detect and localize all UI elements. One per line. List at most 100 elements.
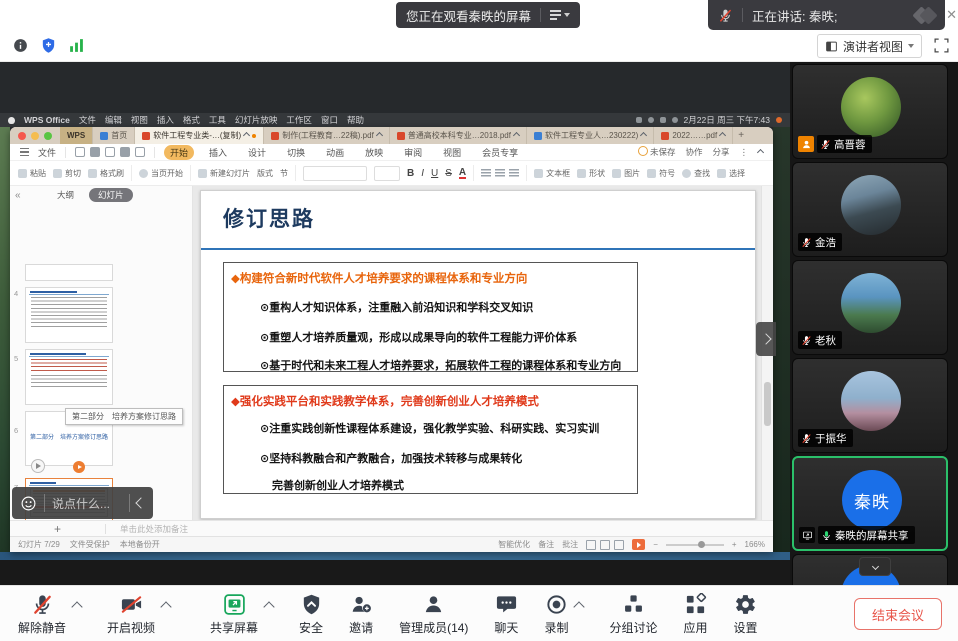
breakout-button[interactable]: 分组讨论	[609, 593, 657, 636]
mute-options-chevron[interactable]	[71, 601, 82, 612]
menu-view: 视图	[131, 114, 148, 126]
tray-icon	[636, 117, 642, 123]
cut-tool: 剪切	[53, 168, 81, 179]
collapse-participants-button[interactable]	[859, 557, 891, 576]
play-icon	[139, 169, 148, 178]
slide-thumb-5	[25, 349, 113, 405]
settings-button[interactable]: 设置	[733, 593, 757, 636]
share-options-chevron[interactable]	[263, 601, 274, 612]
video-label: 开启视频	[107, 619, 155, 636]
fullscreen-icon[interactable]	[933, 37, 950, 54]
participant-tile[interactable]: 于振华	[792, 358, 948, 453]
chat-icon	[495, 593, 518, 616]
desktop-dock-strip	[0, 552, 790, 560]
watching-screen-label: 您正在观看秦昳的屏幕	[406, 6, 531, 25]
participant-tile-active-speaker[interactable]: 秦昳 秦昳的屏幕共享	[792, 456, 948, 551]
tab-doc: 普通高校本科专业…2018.pdf	[390, 127, 527, 144]
breakout-label: 分组讨论	[609, 619, 657, 636]
find-tool: 查找	[682, 168, 710, 179]
divider	[154, 147, 155, 158]
notes-label: 备注	[538, 539, 554, 550]
slideshow-play-button	[632, 539, 645, 550]
ribbon-tab-review: 审阅	[398, 145, 428, 160]
textbox-tool: 文本框	[534, 168, 570, 179]
divider	[44, 494, 45, 512]
mute-button[interactable]: 解除静音	[18, 593, 66, 636]
unsaved-icon	[638, 146, 648, 156]
divider	[540, 8, 541, 22]
view-mode-button[interactable]: 演讲者视图	[817, 34, 922, 58]
record-button[interactable]: 录制	[544, 593, 568, 636]
tray-icon	[672, 117, 678, 123]
chat-input-placeholder[interactable]: 说点什么...	[52, 495, 122, 512]
layout-tool: 版式	[257, 168, 273, 179]
pdf-file-icon	[397, 132, 405, 140]
unsaved-dot-icon	[252, 134, 256, 138]
muted-mic-icon	[801, 335, 812, 346]
play-from-here-tool: 当页开始	[139, 168, 183, 179]
slide-number: 6	[14, 426, 18, 435]
comments-label: 批注	[562, 539, 578, 550]
tab-home: 首页	[93, 127, 135, 144]
slide-bullet: 完善创新创业人才培养模式	[272, 477, 404, 493]
invite-button[interactable]: 邀请	[349, 593, 373, 636]
breakout-icon	[622, 593, 645, 616]
share-options-menu-button[interactable]	[550, 10, 570, 20]
video-options-chevron[interactable]	[160, 601, 171, 612]
select-tool: 选择	[717, 168, 745, 179]
close-icon[interactable]: ✕	[946, 7, 957, 23]
menu-tools: 工具	[209, 114, 226, 126]
smart-optimize-label: 智能优化	[498, 539, 530, 550]
mac-window-controls	[18, 132, 52, 140]
unsaved-label: 未保存	[650, 147, 676, 157]
chat-button[interactable]: 聊天	[494, 593, 518, 636]
record-icon	[545, 593, 568, 616]
security-button[interactable]: 安全	[299, 593, 323, 636]
emoji-smiley-icon[interactable]	[20, 495, 37, 512]
share-screen-button[interactable]: 共享屏幕	[210, 593, 258, 636]
participant-tile[interactable]: 金浩	[792, 162, 948, 257]
shared-screen-view: WPS Office 文件 编辑 视图 插入 格式 工具 幻灯片放映 工作区 窗…	[0, 62, 790, 560]
symbol-icon	[647, 169, 656, 178]
participant-tile[interactable]: 老秋	[792, 260, 948, 355]
tab-doc: 制作(工程教育…22稿).pdf	[264, 127, 390, 144]
collapse-chat-icon[interactable]	[135, 497, 146, 508]
tab-doc: 2022……pdf	[654, 127, 733, 144]
minimize-window-icon	[31, 132, 39, 140]
format-painter-tool: 格式刷	[88, 168, 124, 179]
sidebar-expand-handle[interactable]	[756, 322, 776, 356]
recording-dot-icon	[776, 117, 782, 123]
security-shield-icon[interactable]	[40, 37, 57, 54]
video-button[interactable]: 开启视频	[107, 593, 155, 636]
new-slide-icon	[198, 169, 207, 178]
tab-doc: 软件工程专业人…230222)	[527, 127, 654, 144]
slide-counter: 幻灯片 7/29	[18, 539, 60, 550]
chevron-up-icon	[243, 132, 250, 139]
divider	[295, 165, 296, 181]
network-signal-icon[interactable]	[68, 37, 85, 54]
quick-chat-bar[interactable]: 说点什么...	[12, 487, 153, 519]
panel-tabs: 大纲 幻灯片	[48, 188, 133, 202]
divider	[131, 165, 132, 181]
wps-menu-icon	[20, 148, 29, 156]
apps-button[interactable]: 应用	[683, 593, 707, 636]
screen-share-badge	[799, 527, 815, 543]
participant-tile[interactable]: 高晋蓉	[792, 64, 948, 159]
manage-members-button[interactable]: 管理成员(14)	[399, 593, 468, 636]
mac-menubar: WPS Office 文件 编辑 视图 插入 格式 工具 幻灯片放映 工作区 窗…	[0, 113, 790, 127]
layout-view-icon	[825, 40, 838, 53]
share-label: 分享	[712, 146, 729, 158]
panel-collapse-icon: «	[15, 190, 21, 201]
end-meeting-button[interactable]: 结束会议	[854, 598, 942, 630]
meeting-info-icon[interactable]	[12, 37, 29, 54]
wps-statusbar: 幻灯片 7/29 文件受保护 本地备份开 智能优化 备注 批注 − + 166%	[10, 536, 773, 552]
apps-label: 应用	[683, 619, 707, 636]
watching-screen-banner[interactable]: 您正在观看秦昳的屏幕	[396, 2, 580, 28]
menu-workspace: 工作区	[286, 114, 312, 126]
tab-wps: WPS	[60, 127, 93, 144]
font-family-select	[303, 166, 367, 181]
record-options-chevron[interactable]	[574, 601, 585, 612]
thumb-section-title: 第二部分 培养方案修订思路	[26, 432, 112, 441]
meeting-control-strip: 52:24 演讲者视图	[0, 30, 958, 62]
align-left-icon	[481, 169, 491, 178]
